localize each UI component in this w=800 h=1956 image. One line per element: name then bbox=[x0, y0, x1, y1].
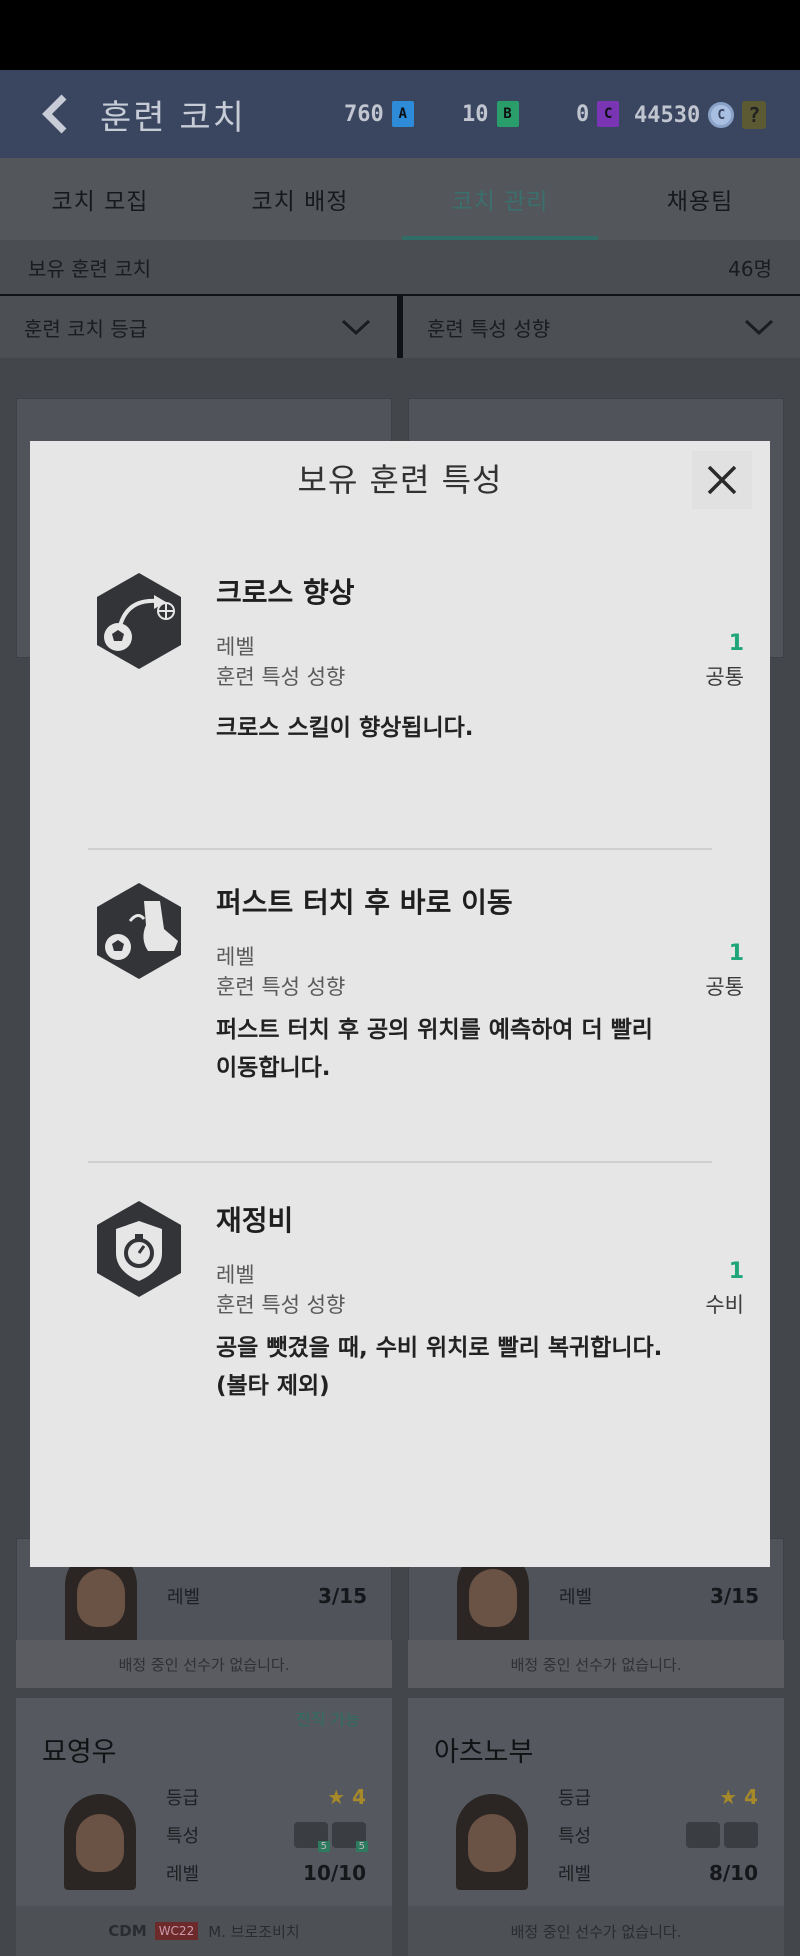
trait-level-value: 1 bbox=[728, 1259, 744, 1284]
trait-name: 퍼스트 터치 후 바로 이동 bbox=[216, 886, 513, 919]
transfer-badge: 전직 가능 bbox=[296, 1710, 360, 1729]
tab-coach-assign[interactable]: 코치 배정 bbox=[200, 158, 400, 240]
filter-bar: 훈련 코치 등급 훈련 특성 성향 bbox=[0, 296, 800, 358]
chevron-left-icon bbox=[42, 94, 67, 134]
currency-fc-value: 44530 bbox=[634, 102, 701, 128]
trait-tendency-row: 훈련 특성 성향 공통 bbox=[216, 971, 744, 1001]
tendency-filter-label: 훈련 특성 성향 bbox=[427, 316, 551, 341]
grade-filter-label: 훈련 코치 등급 bbox=[24, 316, 148, 341]
close-button[interactable] bbox=[692, 451, 752, 509]
grade-row: 등급 ★ 4 bbox=[558, 1785, 758, 1809]
card-footer: 배정 중인 선수가 없습니다. bbox=[408, 1906, 784, 1956]
card-footer: 배정 중인 선수가 없습니다. bbox=[16, 1640, 392, 1688]
player-name: M. 브로조비치 bbox=[208, 1922, 300, 1941]
modal-title: 보유 훈련 특성 bbox=[297, 461, 503, 499]
trait-level-value: 1 bbox=[728, 941, 744, 966]
assigned-player: CDM WC22 M. 브로조비치 bbox=[16, 1906, 392, 1956]
trait-level-row: 레벨 1 bbox=[216, 631, 744, 659]
owned-label: 보유 훈련 코치 bbox=[28, 256, 152, 281]
grade-stars: ★ 4 bbox=[327, 1785, 366, 1809]
currency-b-value: 10 bbox=[462, 101, 489, 127]
trait-description-line: 공을 뺏겼을 때, 수비 위치로 빨리 복귀합니다. bbox=[216, 1335, 663, 1361]
currency-c-icon: C bbox=[597, 101, 620, 127]
trait-icon: 5 bbox=[332, 1822, 368, 1852]
coach-name: 묘영우 bbox=[42, 1737, 117, 1768]
trait-row: 특성 5 5 bbox=[166, 1822, 368, 1852]
trait-row: 특성 bbox=[558, 1822, 758, 1848]
trait-description: 공을 뺏겼을 때, 수비 위치로 빨리 복귀합니다. (볼타 제외) bbox=[216, 1329, 736, 1405]
trait-description-line: (볼타 제외) bbox=[216, 1373, 330, 1399]
currency-b-icon: B bbox=[496, 101, 519, 127]
coach-portrait bbox=[64, 1794, 136, 1890]
card-footer: 배정 중인 선수가 없습니다. bbox=[408, 1640, 784, 1688]
coach-level-row: 레벨 3/15 bbox=[167, 1584, 367, 1608]
owned-traits-modal: 보유 훈련 특성 크로스 향상 레벨 1 훈련 특성 성향 공통 크로스 스킬이… bbox=[30, 441, 770, 1567]
grade-filter-dropdown[interactable]: 훈련 코치 등급 bbox=[0, 296, 397, 358]
first-touch-icon bbox=[97, 883, 181, 979]
trait-description-line: 퍼스트 터치 후 공의 위치를 예측하여 더 빨리 bbox=[216, 1017, 653, 1043]
trait-tendency-value: 공통 bbox=[705, 975, 744, 999]
trait-description: 크로스 스킬이 향상됩니다. bbox=[216, 715, 474, 741]
owned-coaches-bar: 보유 훈련 코치 46명 bbox=[0, 240, 800, 294]
page-title: 훈련 코치 bbox=[100, 97, 246, 138]
trait-tendency-row: 훈련 특성 성향 공통 bbox=[216, 661, 744, 691]
coach-card[interactable]: 묘영우 전직 가능 등급 ★ 4 특성 5 5 레벨 10/10 CDM WC2… bbox=[16, 1698, 392, 1956]
divider bbox=[88, 1161, 712, 1163]
tab-coach-manage[interactable]: 코치 관리 bbox=[400, 158, 600, 240]
tendency-filter-dropdown[interactable]: 훈련 특성 성향 bbox=[403, 296, 800, 358]
divider bbox=[88, 848, 712, 850]
fc-coin-icon: C bbox=[708, 102, 735, 128]
trait-description-line: 이동합니다. bbox=[216, 1055, 331, 1081]
trait-icon bbox=[686, 1822, 720, 1848]
currency-a: 760 A bbox=[344, 101, 414, 127]
coach-card[interactable]: 아츠노부 등급 ★ 4 특성 레벨 8/10 배정 중인 선수가 없습니다. bbox=[408, 1698, 784, 1956]
level-row: 레벨 8/10 bbox=[558, 1861, 758, 1885]
tab-coach-recruit[interactable]: 코치 모집 bbox=[0, 158, 200, 240]
trait-level-value: 1 bbox=[728, 631, 744, 656]
chevron-down-icon bbox=[744, 319, 774, 336]
owned-count: 46명 bbox=[728, 256, 772, 281]
trait-level-row: 레벨 1 bbox=[216, 1259, 744, 1287]
currency-a-icon: A bbox=[391, 101, 414, 127]
currency-c: 0 C bbox=[576, 101, 620, 127]
grade-stars: ★ 4 bbox=[719, 1785, 758, 1809]
back-button[interactable] bbox=[34, 93, 76, 135]
tab-bar: 코치 모집 코치 배정 코치 관리 채용팀 bbox=[0, 158, 800, 240]
currency-a-value: 760 bbox=[344, 101, 384, 127]
trait-description: 퍼스트 터치 후 공의 위치를 예측하여 더 빨리 이동합니다. bbox=[216, 1011, 736, 1087]
cross-improve-icon bbox=[97, 573, 181, 669]
currency-b: 10 B bbox=[462, 101, 519, 127]
trait-tendency-value: 공통 bbox=[705, 665, 744, 689]
status-bar bbox=[0, 0, 800, 70]
tab-hiring-team[interactable]: 채용팀 bbox=[600, 158, 800, 240]
coach-portrait bbox=[456, 1794, 528, 1890]
chevron-down-icon bbox=[341, 319, 371, 336]
trait-level-row: 레벨 1 bbox=[216, 941, 744, 969]
trait-tendency-value: 수비 bbox=[705, 1293, 744, 1317]
trait-name: 크로스 향상 bbox=[216, 576, 355, 609]
trait-tendency-row: 훈련 특성 성향 수비 bbox=[216, 1289, 744, 1319]
coach-level-row: 레벨 3/15 bbox=[559, 1584, 759, 1608]
season-tag: WC22 bbox=[154, 1922, 199, 1940]
help-button[interactable]: ? bbox=[742, 101, 767, 129]
currency-fc: 44530 C ? bbox=[634, 101, 767, 129]
currency-c-value: 0 bbox=[576, 101, 590, 127]
player-position: CDM bbox=[108, 1922, 147, 1940]
trait-icon: 5 bbox=[294, 1822, 330, 1852]
stopwatch-shield-icon bbox=[97, 1201, 181, 1297]
grade-row: 등급 ★ 4 bbox=[166, 1785, 366, 1809]
trait-name: 재정비 bbox=[216, 1204, 294, 1237]
level-row: 레벨 10/10 bbox=[166, 1861, 366, 1885]
trait-icon bbox=[724, 1822, 758, 1848]
close-icon bbox=[707, 465, 737, 495]
coach-name: 아츠노부 bbox=[434, 1737, 534, 1768]
